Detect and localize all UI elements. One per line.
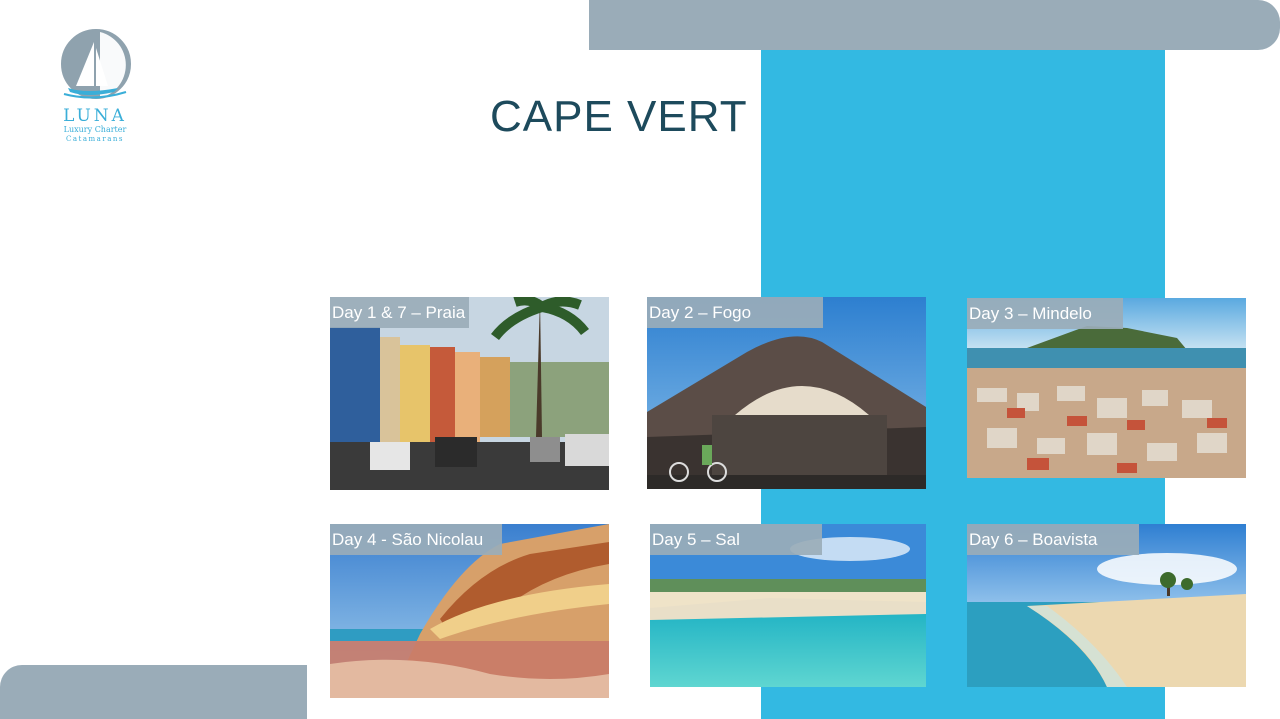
card-sao-nicolau: Day 4 - São Nicolau xyxy=(330,524,609,698)
card-fogo: Day 2 – Fogo xyxy=(647,297,926,489)
page-title: CAPE VERT xyxy=(490,92,748,141)
day-label: Day 1 & 7 – Praia xyxy=(330,297,470,328)
top-decor-bar xyxy=(589,0,1280,50)
day-label: Day 6 – Boavista xyxy=(967,524,1139,555)
day-label: Day 2 – Fogo xyxy=(647,297,823,328)
logo: LUNA Luxury Charter Catamarans xyxy=(50,28,140,146)
card-mindelo: Day 3 – Mindelo xyxy=(967,298,1246,478)
day-label: Day 3 – Mindelo xyxy=(967,298,1123,329)
day-label: Day 5 – Sal xyxy=(650,524,822,555)
brand-name: LUNA xyxy=(63,106,127,126)
card-boavista: Day 6 – Boavista xyxy=(967,524,1246,687)
sailboat-icon xyxy=(61,29,131,99)
card-sal: Day 5 – Sal xyxy=(650,524,926,687)
card-praia: Day 1 & 7 – Praia xyxy=(330,297,609,490)
brand-subtitle: Catamarans xyxy=(66,135,124,143)
bottom-decor-bar xyxy=(0,665,307,719)
day-label: Day 4 - São Nicolau xyxy=(330,524,502,555)
